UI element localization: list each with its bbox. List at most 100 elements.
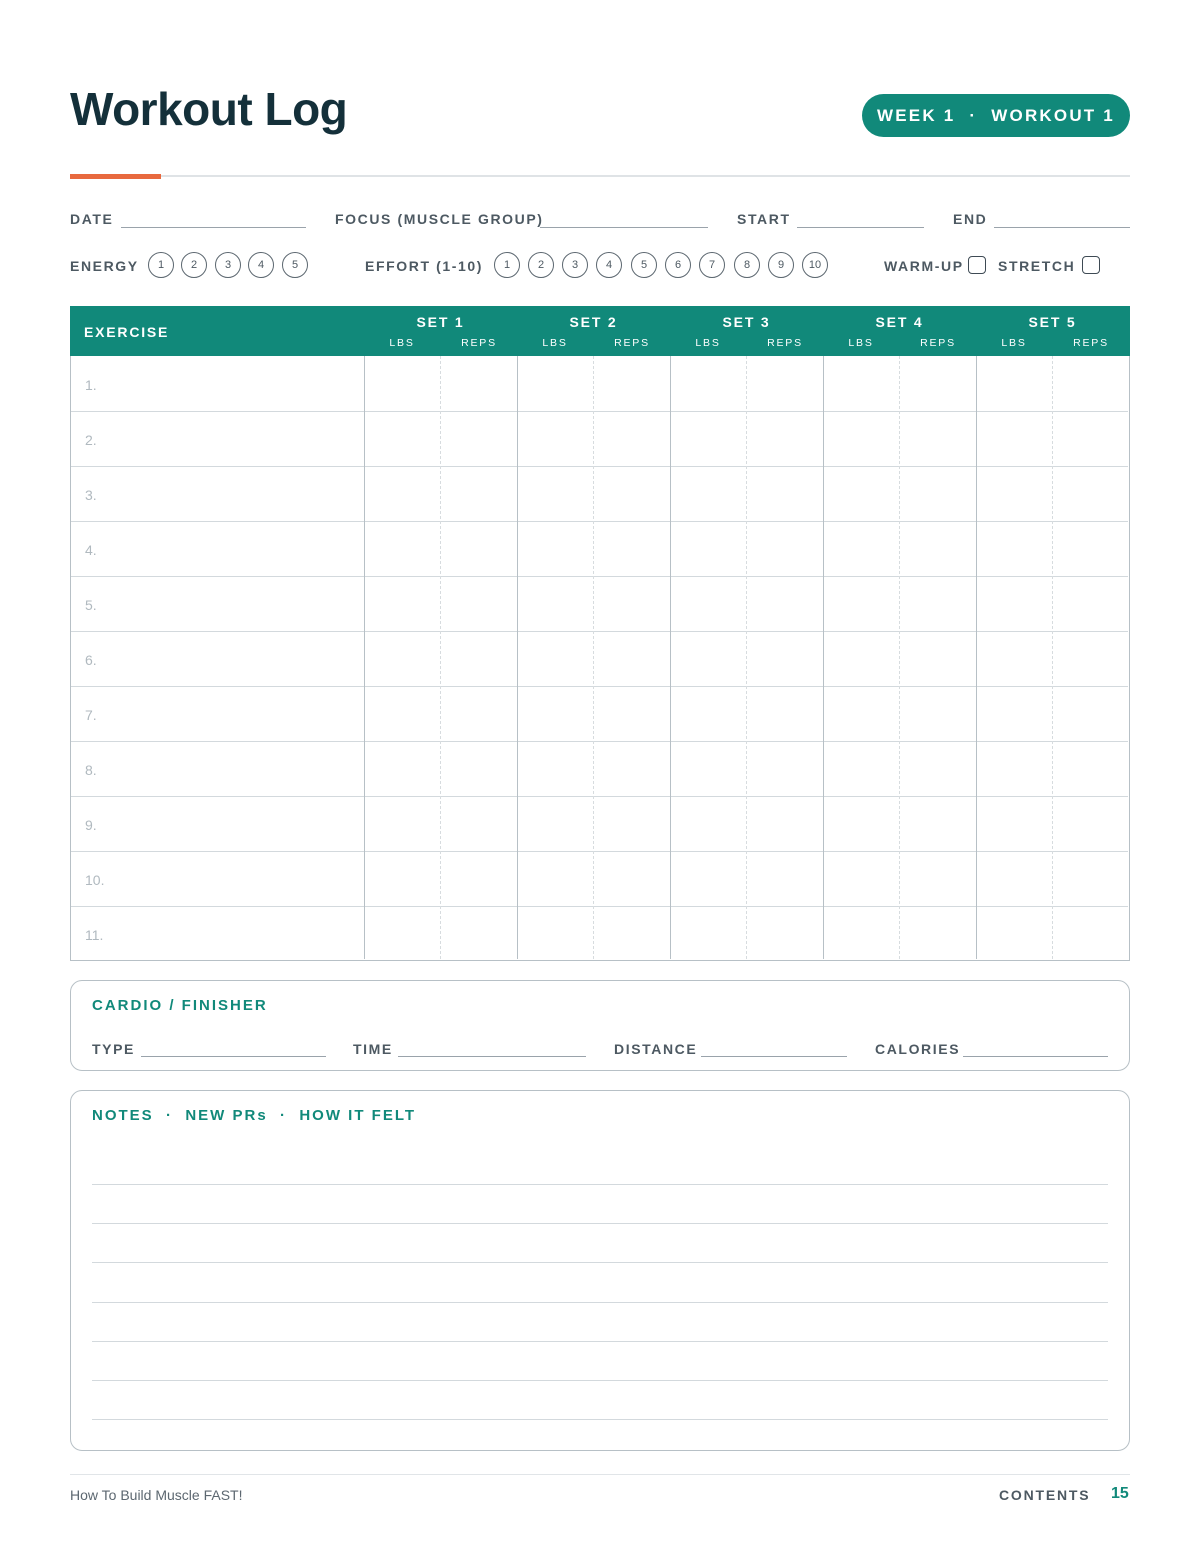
warmup-label: WARM-UP	[884, 258, 964, 274]
contents-link[interactable]: CONTENTS	[999, 1487, 1090, 1503]
page-title: Workout Log	[70, 83, 348, 135]
effort-option-3[interactable]: 3	[562, 252, 588, 278]
notes-line[interactable]	[92, 1419, 1108, 1420]
cardio-type-field[interactable]	[141, 1056, 326, 1057]
focus-label: FOCUS (MUSCLE GROUP)	[335, 211, 544, 227]
energy-label: ENERGY	[70, 258, 139, 274]
notes-title: NOTES · NEW PRs · HOW IT FELT	[92, 1107, 417, 1124]
effort-option-5[interactable]: 5	[631, 252, 657, 278]
row-number: 7.	[85, 707, 97, 723]
set-2-reps-header: REPS	[614, 337, 650, 349]
notes-section: NOTES · NEW PRs · HOW IT FELT	[70, 1090, 1130, 1451]
cardio-title: CARDIO / FINISHER	[92, 997, 268, 1014]
row-number: 3.	[85, 487, 97, 503]
set-5-reps-header: REPS	[1073, 337, 1109, 349]
set-3-lbs-header: LBS	[695, 337, 721, 349]
stretch-checkbox[interactable]	[1082, 256, 1100, 274]
row-divider	[71, 851, 1128, 852]
badge-week: WEEK 1	[877, 105, 956, 125]
cardio-calories-field[interactable]	[963, 1056, 1108, 1057]
exercise-table-header: EXERCISE SET 1 LBS REPS SET 2 LBS REPS S…	[70, 306, 1130, 356]
exercise-table-body: 1. 2. 3. 4. 5. 6. 7. 8. 9. 10. 11.	[70, 356, 1130, 961]
row-number: 6.	[85, 652, 97, 668]
set-4-lbs-header: LBS	[848, 337, 874, 349]
exercise-column-header: EXERCISE	[84, 324, 170, 340]
start-field[interactable]	[797, 227, 924, 228]
lbs-reps-divider	[593, 356, 594, 959]
row-divider	[71, 906, 1128, 907]
row-number: 11.	[85, 927, 104, 943]
row-divider	[71, 466, 1128, 467]
effort-option-7[interactable]: 7	[699, 252, 725, 278]
notes-line[interactable]	[92, 1302, 1108, 1303]
start-label: START	[737, 211, 791, 227]
lbs-reps-divider	[1052, 356, 1053, 959]
energy-option-2[interactable]: 2	[181, 252, 207, 278]
effort-option-1[interactable]: 1	[494, 252, 520, 278]
badge-separator: ·	[969, 105, 978, 125]
set-5-lbs-header: LBS	[1001, 337, 1027, 349]
effort-option-8[interactable]: 8	[734, 252, 760, 278]
lbs-reps-divider	[746, 356, 747, 959]
row-divider	[71, 686, 1128, 687]
effort-option-10[interactable]: 10	[802, 252, 828, 278]
effort-option-9[interactable]: 9	[768, 252, 794, 278]
energy-option-3[interactable]: 3	[215, 252, 241, 278]
effort-option-6[interactable]: 6	[665, 252, 691, 278]
cardio-type-label: TYPE	[92, 1041, 135, 1057]
row-divider	[71, 411, 1128, 412]
date-field[interactable]	[121, 227, 306, 228]
row-number: 4.	[85, 542, 97, 558]
header-divider	[70, 175, 1130, 177]
set-2-lbs-header: LBS	[542, 337, 568, 349]
cardio-calories-label: CALORIES	[875, 1041, 961, 1057]
cardio-section: CARDIO / FINISHER TYPE TIME DISTANCE CAL…	[70, 980, 1130, 1071]
effort-option-4[interactable]: 4	[596, 252, 622, 278]
focus-field[interactable]	[540, 227, 708, 228]
page-number: 15	[1111, 1485, 1129, 1502]
row-number: 9.	[85, 817, 97, 833]
effort-option-2[interactable]: 2	[528, 252, 554, 278]
date-label: DATE	[70, 211, 114, 227]
footer-book-title: How To Build Muscle FAST!	[70, 1487, 243, 1503]
energy-option-5[interactable]: 5	[282, 252, 308, 278]
cardio-distance-field[interactable]	[701, 1056, 847, 1057]
warmup-checkbox[interactable]	[968, 256, 986, 274]
row-divider	[71, 631, 1128, 632]
notes-line[interactable]	[92, 1223, 1108, 1224]
lbs-reps-divider	[899, 356, 900, 959]
set-4-reps-header: REPS	[920, 337, 956, 349]
row-divider	[71, 796, 1128, 797]
end-field[interactable]	[994, 227, 1130, 228]
set-2-header: SET 2	[569, 314, 618, 330]
notes-line[interactable]	[92, 1380, 1108, 1381]
column-divider	[670, 356, 671, 959]
set-3-header: SET 3	[722, 314, 771, 330]
column-divider	[823, 356, 824, 959]
notes-line[interactable]	[92, 1341, 1108, 1342]
row-number: 5.	[85, 597, 97, 613]
set-1-reps-header: REPS	[461, 337, 497, 349]
energy-option-4[interactable]: 4	[248, 252, 274, 278]
energy-option-1[interactable]: 1	[148, 252, 174, 278]
end-label: END	[953, 211, 988, 227]
set-3-reps-header: REPS	[767, 337, 803, 349]
cardio-time-label: TIME	[353, 1041, 393, 1057]
header-accent-bar	[70, 174, 161, 179]
column-divider	[517, 356, 518, 959]
notes-line[interactable]	[92, 1262, 1108, 1263]
cardio-time-field[interactable]	[398, 1056, 586, 1057]
lbs-reps-divider	[440, 356, 441, 959]
badge-workout: WORKOUT 1	[991, 105, 1115, 125]
row-divider	[71, 576, 1128, 577]
cardio-distance-label: DISTANCE	[614, 1041, 698, 1057]
column-divider	[976, 356, 977, 959]
stretch-label: STRETCH	[998, 258, 1076, 274]
set-5-header: SET 5	[1028, 314, 1077, 330]
column-divider	[364, 356, 365, 959]
row-number: 10.	[85, 872, 105, 888]
notes-line[interactable]	[92, 1184, 1108, 1185]
week-workout-badge: WEEK 1 · WORKOUT 1	[862, 94, 1130, 137]
set-4-header: SET 4	[875, 314, 924, 330]
footer-divider	[70, 1474, 1130, 1475]
